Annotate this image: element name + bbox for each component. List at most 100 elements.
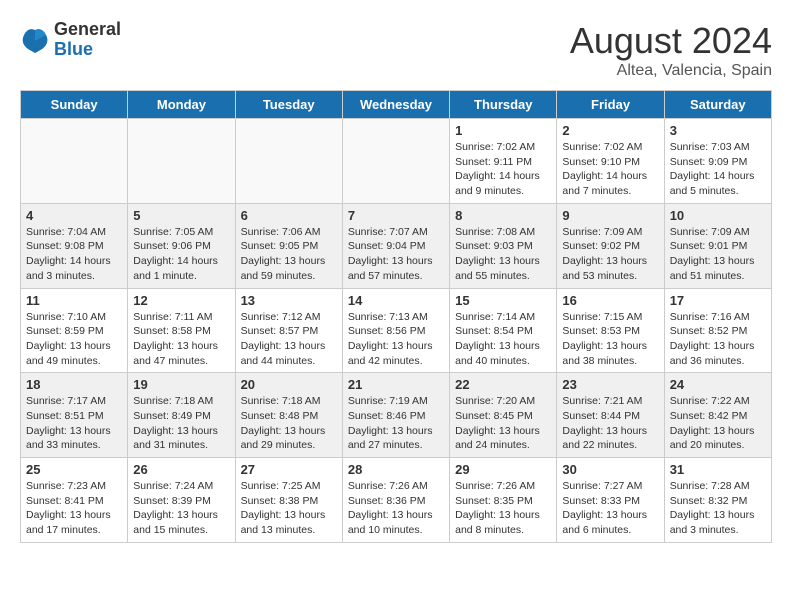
day-number: 10 <box>670 208 766 223</box>
calendar-day-31: 31 Sunrise: 7:28 AM Sunset: 8:32 PM Dayli… <box>664 458 771 543</box>
calendar-day-22: 22Sunrise: 7:20 AM Sunset: 8:45 PM Dayli… <box>450 373 557 458</box>
day-info: Sunrise: 7:02 AM Sunset: 9:10 PM Dayligh… <box>562 140 658 199</box>
day-number: 9 <box>562 208 658 223</box>
day-info: Sunrise: 7:23 AM Sunset: 8:41 PM Dayligh… <box>26 479 122 538</box>
calendar-day-28: 28Sunrise: 7:26 AM Sunset: 8:36 PM Dayli… <box>342 458 449 543</box>
day-number: 25 <box>26 462 122 477</box>
day-info: Sunrise: 7:03 AM Sunset: 9:09 PM Dayligh… <box>670 140 766 199</box>
calendar-day-18: 18Sunrise: 7:17 AM Sunset: 8:51 PM Dayli… <box>21 373 128 458</box>
calendar-day-9: 9 Sunrise: 7:09 AM Sunset: 9:02 PM Daylig… <box>557 203 664 288</box>
calendar-day-23: 23 Sunrise: 7:21 AM Sunset: 8:44 PM Dayli… <box>557 373 664 458</box>
calendar-day-15: 15 Sunrise: 7:14 AM Sunset: 8:54 PM Dayli… <box>450 288 557 373</box>
day-number: 7 <box>348 208 444 223</box>
day-info: Sunrise: 7:09 AM Sunset: 9:01 PM Dayligh… <box>670 225 766 284</box>
day-number: 29 <box>455 462 551 477</box>
day-info: Sunrise: 7:27 AM Sunset: 8:33 PM Dayligh… <box>562 479 658 538</box>
day-number: 26 <box>133 462 229 477</box>
calendar-day-12: 12Sunrise: 7:11 AM Sunset: 8:58 PM Dayli… <box>128 288 235 373</box>
day-number: 8 <box>455 208 551 223</box>
day-number: 17 <box>670 293 766 308</box>
calendar-day-3: 3 Sunrise: 7:03 AM Sunset: 9:09 PM Daylig… <box>664 119 771 204</box>
calendar-week-row: 11 Sunrise: 7:10 AM Sunset: 8:59 PM Dayli… <box>21 288 772 373</box>
location-subtitle: Altea, Valencia, Spain <box>570 62 772 80</box>
day-info: Sunrise: 7:22 AM Sunset: 8:42 PM Dayligh… <box>670 394 766 453</box>
day-info: Sunrise: 7:18 AM Sunset: 8:48 PM Dayligh… <box>241 394 337 453</box>
day-info: Sunrise: 7:19 AM Sunset: 8:46 PM Dayligh… <box>348 394 444 453</box>
page-header: General Blue August 2024 Altea, Valencia… <box>20 20 772 80</box>
day-info: Sunrise: 7:13 AM Sunset: 8:56 PM Dayligh… <box>348 310 444 369</box>
calendar-day-25: 25 Sunrise: 7:23 AM Sunset: 8:41 PM Dayli… <box>21 458 128 543</box>
calendar-day-5: 5Sunrise: 7:05 AM Sunset: 9:06 PM Daylig… <box>128 203 235 288</box>
day-info: Sunrise: 7:09 AM Sunset: 9:02 PM Dayligh… <box>562 225 658 284</box>
weekday-header-monday: Monday <box>128 91 235 119</box>
day-number: 11 <box>26 293 122 308</box>
calendar-day-6: 6 Sunrise: 7:06 AM Sunset: 9:05 PM Daylig… <box>235 203 342 288</box>
day-number: 31 <box>670 462 766 477</box>
calendar-day-10: 10 Sunrise: 7:09 AM Sunset: 9:01 PM Dayli… <box>664 203 771 288</box>
day-number: 3 <box>670 123 766 138</box>
day-info: Sunrise: 7:12 AM Sunset: 8:57 PM Dayligh… <box>241 310 337 369</box>
calendar-day-21: 21Sunrise: 7:19 AM Sunset: 8:46 PM Dayli… <box>342 373 449 458</box>
day-number: 6 <box>241 208 337 223</box>
calendar-day-empty <box>342 119 449 204</box>
day-info: Sunrise: 7:04 AM Sunset: 9:08 PM Dayligh… <box>26 225 122 284</box>
day-number: 24 <box>670 377 766 392</box>
day-info: Sunrise: 7:28 AM Sunset: 8:32 PM Dayligh… <box>670 479 766 538</box>
calendar-day-4: 4 Sunrise: 7:04 AM Sunset: 9:08 PM Daylig… <box>21 203 128 288</box>
weekday-header-thursday: Thursday <box>450 91 557 119</box>
logo-blue-text: Blue <box>54 40 121 60</box>
calendar-day-8: 8 Sunrise: 7:08 AM Sunset: 9:03 PM Daylig… <box>450 203 557 288</box>
title-block: August 2024 Altea, Valencia, Spain <box>570 20 772 80</box>
calendar-day-30: 30 Sunrise: 7:27 AM Sunset: 8:33 PM Dayli… <box>557 458 664 543</box>
day-number: 4 <box>26 208 122 223</box>
calendar-day-27: 27 Sunrise: 7:25 AM Sunset: 8:38 PM Dayli… <box>235 458 342 543</box>
calendar-day-20: 20 Sunrise: 7:18 AM Sunset: 8:48 PM Dayli… <box>235 373 342 458</box>
calendar-day-11: 11 Sunrise: 7:10 AM Sunset: 8:59 PM Dayli… <box>21 288 128 373</box>
day-info: Sunrise: 7:17 AM Sunset: 8:51 PM Dayligh… <box>26 394 122 453</box>
calendar-week-row: 1 Sunrise: 7:02 AM Sunset: 9:11 PM Daylig… <box>21 119 772 204</box>
day-number: 16 <box>562 293 658 308</box>
calendar-day-13: 13 Sunrise: 7:12 AM Sunset: 8:57 PM Dayli… <box>235 288 342 373</box>
calendar-day-empty <box>128 119 235 204</box>
logo-text: General Blue <box>54 20 121 60</box>
day-number: 19 <box>133 377 229 392</box>
day-info: Sunrise: 7:21 AM Sunset: 8:44 PM Dayligh… <box>562 394 658 453</box>
day-number: 20 <box>241 377 337 392</box>
month-year-title: August 2024 <box>570 20 772 62</box>
day-info: Sunrise: 7:26 AM Sunset: 8:35 PM Dayligh… <box>455 479 551 538</box>
calendar-day-19: 19Sunrise: 7:18 AM Sunset: 8:49 PM Dayli… <box>128 373 235 458</box>
calendar-week-row: 25 Sunrise: 7:23 AM Sunset: 8:41 PM Dayli… <box>21 458 772 543</box>
calendar-day-24: 24 Sunrise: 7:22 AM Sunset: 8:42 PM Dayli… <box>664 373 771 458</box>
day-info: Sunrise: 7:02 AM Sunset: 9:11 PM Dayligh… <box>455 140 551 199</box>
calendar-day-2: 2 Sunrise: 7:02 AM Sunset: 9:10 PM Daylig… <box>557 119 664 204</box>
day-number: 2 <box>562 123 658 138</box>
day-number: 12 <box>133 293 229 308</box>
calendar-day-1: 1 Sunrise: 7:02 AM Sunset: 9:11 PM Daylig… <box>450 119 557 204</box>
calendar-day-17: 17 Sunrise: 7:16 AM Sunset: 8:52 PM Dayli… <box>664 288 771 373</box>
calendar-day-14: 14 Sunrise: 7:13 AM Sunset: 8:56 PM Dayli… <box>342 288 449 373</box>
day-info: Sunrise: 7:08 AM Sunset: 9:03 PM Dayligh… <box>455 225 551 284</box>
day-number: 13 <box>241 293 337 308</box>
calendar-day-empty <box>235 119 342 204</box>
day-info: Sunrise: 7:25 AM Sunset: 8:38 PM Dayligh… <box>241 479 337 538</box>
day-number: 22 <box>455 377 551 392</box>
day-number: 1 <box>455 123 551 138</box>
day-info: Sunrise: 7:10 AM Sunset: 8:59 PM Dayligh… <box>26 310 122 369</box>
weekday-header-saturday: Saturday <box>664 91 771 119</box>
day-info: Sunrise: 7:07 AM Sunset: 9:04 PM Dayligh… <box>348 225 444 284</box>
calendar-day-7: 7 Sunrise: 7:07 AM Sunset: 9:04 PM Daylig… <box>342 203 449 288</box>
day-info: Sunrise: 7:14 AM Sunset: 8:54 PM Dayligh… <box>455 310 551 369</box>
day-number: 27 <box>241 462 337 477</box>
weekday-header-sunday: Sunday <box>21 91 128 119</box>
day-info: Sunrise: 7:15 AM Sunset: 8:53 PM Dayligh… <box>562 310 658 369</box>
day-number: 15 <box>455 293 551 308</box>
logo-general-text: General <box>54 20 121 40</box>
day-number: 14 <box>348 293 444 308</box>
day-number: 5 <box>133 208 229 223</box>
day-info: Sunrise: 7:06 AM Sunset: 9:05 PM Dayligh… <box>241 225 337 284</box>
day-number: 23 <box>562 377 658 392</box>
day-info: Sunrise: 7:16 AM Sunset: 8:52 PM Dayligh… <box>670 310 766 369</box>
day-number: 30 <box>562 462 658 477</box>
calendar-week-row: 4 Sunrise: 7:04 AM Sunset: 9:08 PM Daylig… <box>21 203 772 288</box>
calendar-day-26: 26Sunrise: 7:24 AM Sunset: 8:39 PM Dayli… <box>128 458 235 543</box>
